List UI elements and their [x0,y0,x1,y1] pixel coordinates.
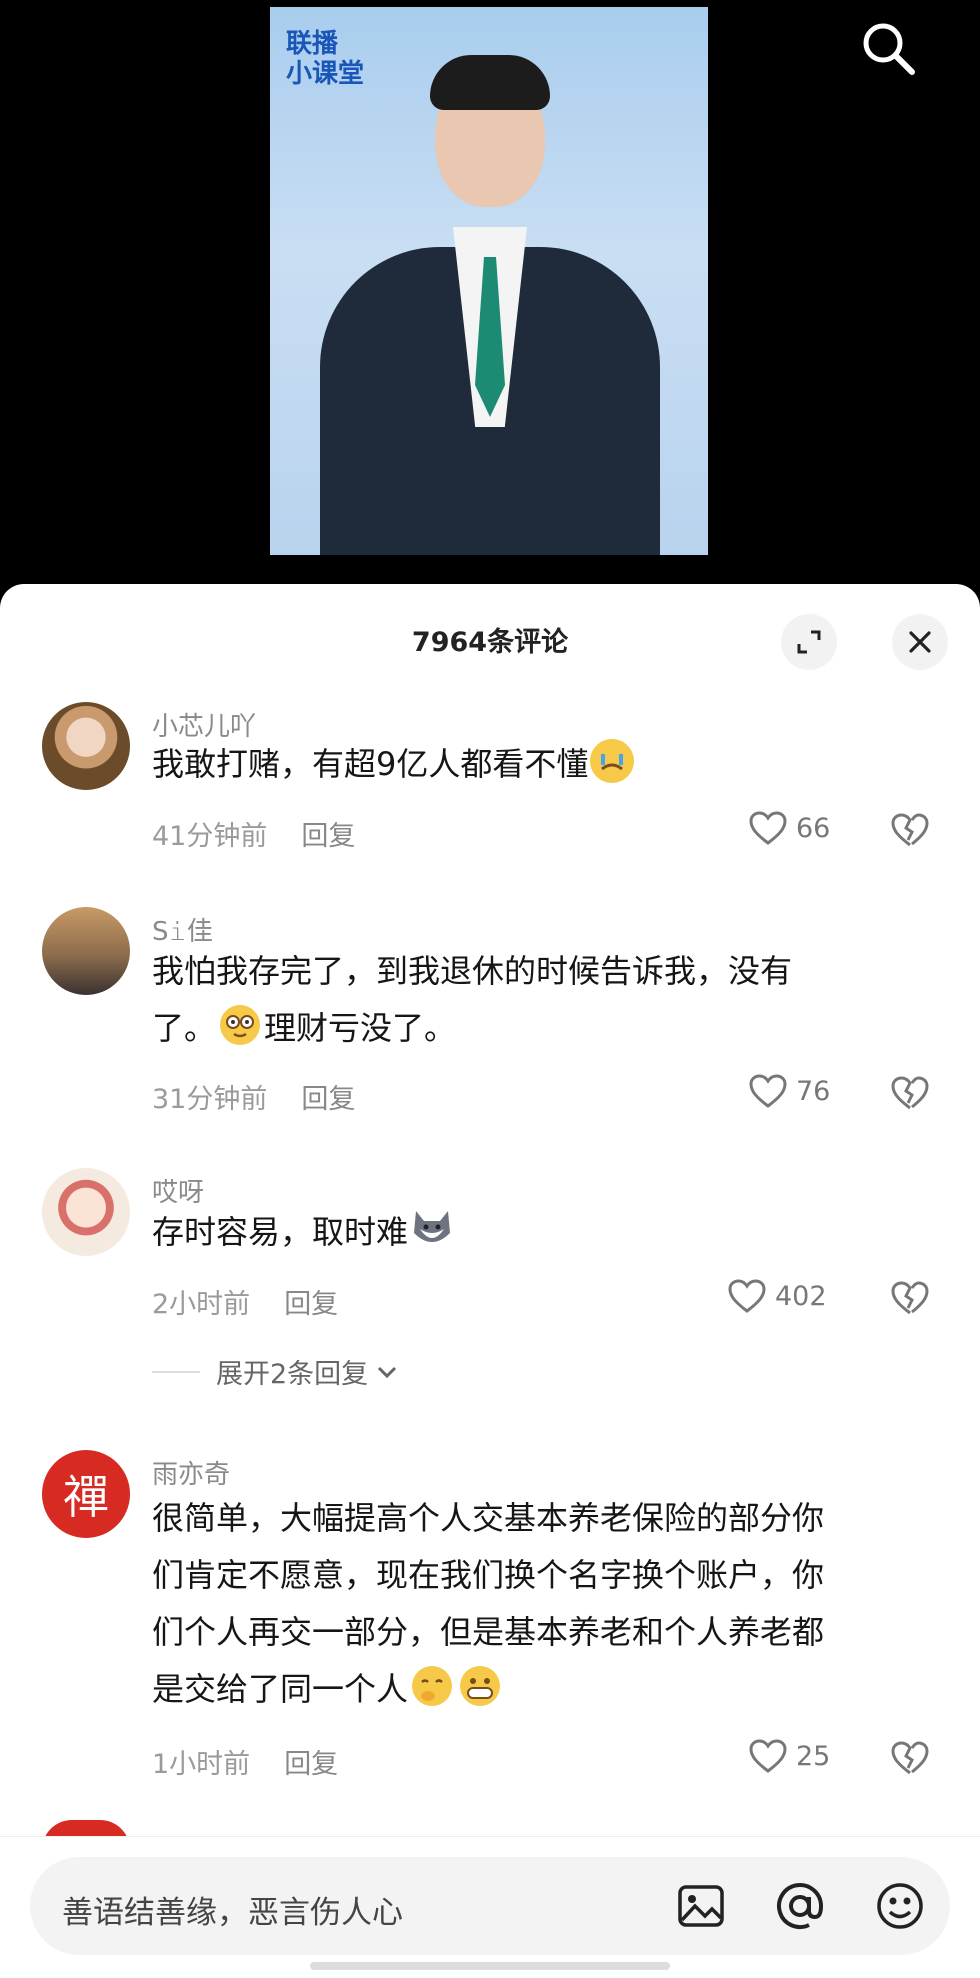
comment-time: 41分钟前 [152,821,268,852]
divider-line [152,1370,200,1373]
broken-heart-icon [891,1741,929,1775]
dislike-button[interactable] [890,1740,930,1780]
close-panel-button[interactable] [892,614,948,670]
comments-panel: 7964条评论 小芯儿吖 我敢打赌，有超9亿人都看不懂 41分钟前回复 66 [0,584,980,1977]
comment-text-content: 存时容易，取时难 [152,1213,409,1251]
comment-text: 很简单，大幅提高个人交基本养老保险的部分你 们肯定不愿意，现在我们换个名字换个账… [152,1490,942,1718]
grin-emoji-icon [458,1664,502,1708]
video-area[interactable]: 联播 小课堂 [0,0,980,600]
expand-icon [797,630,821,654]
reply-button[interactable]: 回复 [301,1084,355,1115]
reply-button[interactable]: 回复 [284,1289,338,1320]
comment-text-part: 是交给了同一个人 [152,1670,409,1708]
like-button[interactable]: 25 [748,1738,830,1774]
like-button[interactable]: 66 [748,810,830,846]
comment-input[interactable]: 善语结善缘，恶言伤人心 [30,1857,950,1955]
comment-text: 我怕我存完了，到我退休的时候告诉我，没有 了。 理财亏没了。 [152,943,942,1057]
comment-text-line-2: 了。 理财亏没了。 [152,1000,942,1057]
comment-meta: 41分钟前 回复 [152,814,355,853]
heart-icon [728,1279,766,1313]
comment-meta: 1小时前 回复 [152,1742,338,1781]
reply-button[interactable]: 回复 [284,1749,338,1780]
like-button[interactable]: 76 [748,1073,830,1109]
crying-emoji-icon [590,739,635,783]
comment-text-line: 很简单，大幅提高个人交基本养老保险的部分你 [152,1499,825,1537]
avatar-char: 禪 [63,1470,109,1524]
like-button[interactable]: 402 [727,1278,827,1314]
dislike-button[interactable] [890,812,930,852]
heart-icon [749,1739,787,1773]
husky-emoji-icon [410,1207,454,1251]
expand-replies-button[interactable]: 展开2条回复 [152,1352,400,1391]
comment-text-part: 了。 [152,1009,217,1047]
comment-text-part: 理财亏没了。 [264,1009,457,1047]
avatar[interactable] [42,702,130,790]
chevron-down-icon [378,1366,397,1378]
broken-heart-icon [891,813,929,847]
video-frame[interactable]: 联播 小课堂 [270,7,708,555]
like-count: 76 [796,1075,831,1107]
presenter-hair [430,55,550,110]
comment-input-placeholder: 善语结善缘，恶言伤人心 [62,1895,403,1931]
comment-text-line: 们个人再交一部分，但是基本养老和个人养老都 [152,1613,825,1651]
search-icon [863,23,915,75]
comment-meta: 2小时前 回复 [152,1282,338,1321]
program-logo: 联播 小课堂 [286,29,364,89]
image-button[interactable] [676,1881,726,1931]
avatar[interactable] [42,907,130,995]
expand-replies-label: 展开2条回复 [216,1359,369,1390]
comment-text-line: 们肯定不愿意，现在我们换个名字换个账户，你 [152,1556,825,1594]
comment-username[interactable]: 雨亦奇 [152,1454,230,1491]
comment-time: 2小时前 [152,1289,251,1320]
home-indicator[interactable] [310,1962,670,1970]
image-icon [678,1885,724,1927]
like-count: 25 [796,1740,831,1772]
shush-emoji-icon [410,1664,454,1708]
dislike-button[interactable] [890,1280,930,1320]
dislike-button[interactable] [890,1075,930,1115]
emoji-button[interactable] [875,1881,925,1931]
smiley-icon [877,1883,923,1929]
comment-text: 存时容易，取时难 [152,1204,942,1261]
comment-input-bar: 善语结善缘，恶言伤人心 [0,1836,980,1978]
broken-heart-icon [891,1076,929,1110]
avatar[interactable]: 禪 [42,1450,130,1538]
broken-heart-icon [891,1281,929,1315]
comment-time: 1小时前 [152,1749,251,1780]
comment-text-content: 我敢打赌，有超9亿人都看不懂 [152,745,589,783]
like-count: 402 [775,1280,827,1312]
comment-time: 31分钟前 [152,1084,268,1115]
logo-line-1: 联播 [286,29,339,59]
heart-icon [749,811,787,845]
reply-button[interactable]: 回复 [301,821,355,852]
comment-meta: 31分钟前 回复 [152,1077,355,1116]
comment-text-line-last: 是交给了同一个人 [152,1661,942,1718]
logo-line-2: 小课堂 [286,59,365,89]
expand-panel-button[interactable] [781,614,837,670]
comment-text-line: 我怕我存完了，到我退休的时候告诉我，没有 [152,952,793,990]
heart-icon [749,1074,787,1108]
search-button[interactable] [858,18,918,78]
like-count: 66 [796,812,831,844]
close-icon [909,631,931,653]
mention-button[interactable] [775,1881,825,1931]
avatar[interactable] [42,1168,130,1256]
dazed-emoji-icon [218,1003,262,1047]
comment-text: 我敢打赌，有超9亿人都看不懂 [152,736,942,793]
at-icon [777,1883,824,1929]
